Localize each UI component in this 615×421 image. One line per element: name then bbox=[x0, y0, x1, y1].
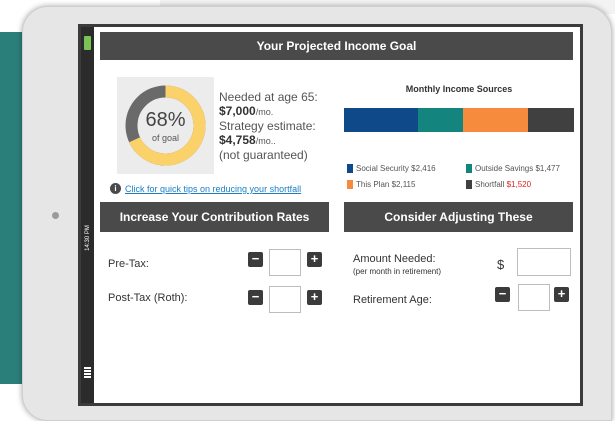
legend-swatch bbox=[466, 164, 472, 174]
amount-needed-input[interactable] bbox=[517, 248, 571, 276]
strategy-amount: $4,758/mo.. bbox=[219, 133, 276, 147]
amount-needed-label: Amount Needed: bbox=[353, 253, 436, 265]
pretax-label: Pre-Tax: bbox=[108, 258, 149, 270]
income-segment-outside-savings bbox=[417, 108, 463, 132]
main-content: Your Projected Income Goal 68% of goal N… bbox=[94, 27, 580, 403]
goal-summary: Needed at age 65: $7,000/mo. Strategy es… bbox=[219, 90, 339, 162]
goal-header: Your Projected Income Goal bbox=[100, 32, 573, 60]
not-guaranteed-note: (not guaranteed) bbox=[219, 148, 308, 162]
age-increment-button[interactable]: + bbox=[554, 287, 569, 302]
info-icon: i bbox=[110, 183, 121, 194]
goal-percent-sub: of goal bbox=[151, 133, 180, 143]
age-decrement-button[interactable]: − bbox=[495, 287, 510, 302]
legend-outside-savings: Outside Savings $1,477 bbox=[466, 164, 560, 174]
contribution-header: Increase Your Contribution Rates bbox=[100, 202, 329, 232]
legend-swatch bbox=[347, 164, 353, 174]
posttax-increment-button[interactable]: + bbox=[307, 290, 322, 305]
pretax-input[interactable] bbox=[269, 249, 301, 276]
tips-link[interactable]: i Click for quick tips on reducing your s… bbox=[110, 183, 301, 194]
legend-swatch bbox=[347, 180, 353, 190]
currency-symbol: $ bbox=[497, 257, 505, 272]
goal-percent: 68% bbox=[145, 109, 186, 131]
tablet-screen: 14:30 PM Your Projected Income Goal 68% … bbox=[78, 24, 583, 406]
posttax-label: Post-Tax (Roth): bbox=[108, 292, 188, 304]
income-bar bbox=[344, 108, 574, 132]
pretax-increment-button[interactable]: + bbox=[307, 252, 322, 267]
legend-social-security: Social Security $2,416 bbox=[347, 164, 436, 174]
legend-swatch bbox=[466, 180, 472, 190]
camera-icon bbox=[52, 212, 59, 219]
status-bar: 14:30 PM bbox=[81, 27, 94, 403]
income-segment-shortfall bbox=[527, 108, 574, 132]
retirement-age-label: Retirement Age: bbox=[353, 294, 432, 306]
legend-this-plan: This Plan $2,115 bbox=[347, 180, 415, 190]
posttax-decrement-button[interactable]: − bbox=[248, 290, 263, 305]
status-time: 14:30 PM bbox=[85, 225, 91, 251]
legend-shortfall: Shortfall $1,520 bbox=[466, 180, 531, 190]
posttax-input[interactable] bbox=[269, 286, 301, 313]
signal-icon bbox=[84, 367, 91, 379]
adjust-header: Consider Adjusting These bbox=[344, 202, 573, 232]
pretax-decrement-button[interactable]: − bbox=[248, 252, 263, 267]
goal-donut: 68% of goal bbox=[117, 77, 214, 174]
needed-label: Needed at age 65: bbox=[219, 90, 318, 104]
strategy-label: Strategy estimate: bbox=[219, 119, 316, 133]
income-title: Monthly Income Sources bbox=[405, 84, 513, 94]
battery-icon bbox=[84, 36, 91, 50]
retirement-age-input[interactable] bbox=[518, 284, 550, 311]
income-segment-social-security bbox=[344, 108, 418, 132]
needed-amount: $7,000/mo. bbox=[219, 104, 274, 118]
amount-needed-sublabel: (per month in retirement) bbox=[353, 267, 442, 276]
income-segment-this-plan bbox=[462, 108, 528, 132]
